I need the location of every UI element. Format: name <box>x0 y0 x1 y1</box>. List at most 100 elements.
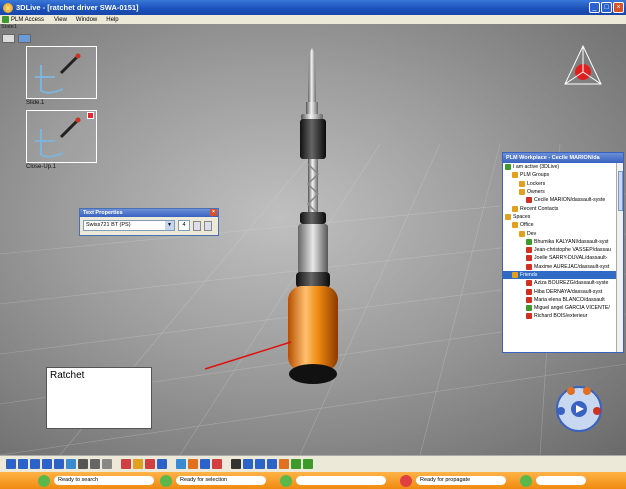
circle-icon[interactable] <box>243 459 253 469</box>
plm-tree-row[interactable]: Hiba DERNAYA/dassault-syst <box>503 287 623 295</box>
font-family-select[interactable]: Swiss721 BT (PS) ▼ <box>83 220 175 231</box>
markup-icon[interactable] <box>121 459 131 469</box>
third-status-icon <box>280 474 292 487</box>
plm-tree-row-label: Jean-christophe VASSEP/dassau <box>534 247 611 254</box>
user-icon <box>526 247 532 254</box>
compare-icon[interactable] <box>188 459 198 469</box>
user-icon <box>526 238 532 245</box>
user-icon <box>526 197 532 204</box>
title-bar: 3DLive - [ratchet driver SWA-0151] _ □ × <box>0 0 626 15</box>
plm-tree-row[interactable]: Miguel angel GARCIA VICENTE/ <box>503 304 623 312</box>
text-properties-dialog: Text Properties × Swiss721 BT (PS) ▼ 4 <box>79 208 219 236</box>
rotate-icon[interactable] <box>30 459 40 469</box>
hide-show-icon[interactable] <box>90 459 100 469</box>
user-icon <box>526 263 532 270</box>
line-icon[interactable] <box>231 459 241 469</box>
measure-icon[interactable] <box>145 459 155 469</box>
highlight-icon[interactable] <box>133 459 143 469</box>
plm-tree-row[interactable]: Aziza BOUREZG/dassault-syste <box>503 279 623 287</box>
plm-tree-row[interactable]: Lockers <box>503 180 623 188</box>
plm-tree-row-label: Aziza BOUREZG/dassault-syste <box>534 280 609 287</box>
pan-icon[interactable] <box>18 459 28 469</box>
plm-tree-row[interactable]: Richard BOIS/exterieur <box>503 312 623 320</box>
section-icon[interactable] <box>157 459 167 469</box>
text-icon[interactable] <box>279 459 289 469</box>
text-alignment-button[interactable] <box>204 220 212 231</box>
plm-tree-row[interactable]: Joelle SARRY-DUVAL/dassault- <box>503 254 623 262</box>
plm-tree-row[interactable]: Recent Contacts <box>503 204 623 212</box>
plm-tree-row-label: Spaces <box>513 213 531 220</box>
plm-tree-row[interactable]: Jean-christophe VASSEP/dassau <box>503 246 623 254</box>
annotate-icon[interactable] <box>176 459 186 469</box>
app-icon <box>3 2 13 13</box>
fifth-status-icon <box>520 474 532 487</box>
text-properties-title: Text Properties × <box>80 209 218 217</box>
plm-tree-row[interactable]: Maxime AUREJAC/dassault-syst <box>503 263 623 271</box>
plm-scrollbar[interactable] <box>616 163 623 352</box>
plm-tree-row[interactable]: Office <box>503 221 623 229</box>
user-icon <box>526 280 532 287</box>
menu-view[interactable]: View <box>54 17 67 23</box>
window-title: 3DLive - [ratchet driver SWA-0151] <box>16 3 139 12</box>
snapshot-icon[interactable] <box>102 459 112 469</box>
views-icon[interactable] <box>66 459 76 469</box>
office-icon <box>512 222 518 229</box>
plm-tree-row-label: Lockers <box>527 180 546 187</box>
font-size-field[interactable]: 4 <box>178 220 190 231</box>
size-stepper-button[interactable] <box>193 220 201 231</box>
plm-tree-row-label: Owners <box>527 189 545 196</box>
close-button[interactable]: × <box>613 2 624 13</box>
fit-all-icon[interactable] <box>54 459 64 469</box>
select-icon[interactable] <box>6 459 16 469</box>
arrow-icon[interactable] <box>267 459 277 469</box>
menu-help[interactable]: Help <box>106 17 118 23</box>
bottom-toolbar <box>0 455 626 472</box>
plm-tree-row-label: Bhumika KALYANI/dassault-syst <box>534 238 609 245</box>
dev-icon <box>519 230 525 237</box>
fifth-status-text <box>536 476 586 485</box>
plm-tree-row[interactable]: PLM Groups <box>503 171 623 179</box>
search-status: Ready to search <box>0 474 160 487</box>
note-text: Ratchet <box>50 370 85 381</box>
plm-tree-row[interactable]: I am active (3DLive) <box>503 163 623 171</box>
apply-icon[interactable] <box>303 459 313 469</box>
plm-tree-row[interactable]: Dev <box>503 229 623 237</box>
plm-workplace-panel: PLM Workplace - Cecile MARION/da I am ac… <box>502 152 624 353</box>
group-icon <box>512 172 518 179</box>
close-icon[interactable]: × <box>210 209 217 216</box>
menu-window[interactable]: Window <box>76 17 97 23</box>
selection-status-text: Ready for selection <box>176 476 266 485</box>
plm-tree-row[interactable]: Owners <box>503 188 623 196</box>
user-icon <box>526 313 532 320</box>
locker-icon <box>519 180 525 187</box>
plm-tree-row[interactable]: Spaces <box>503 213 623 221</box>
menu-plm-access[interactable]: PLM Access <box>11 17 44 23</box>
plm-tree-row-label: Friends <box>520 272 538 278</box>
plm-tree-row[interactable]: Maria elena BLANCO/dassault <box>503 296 623 304</box>
user-icon <box>526 305 532 312</box>
3d-viewport[interactable]: State1 Slide.1 Close-Up.1 Text Propertie… <box>0 24 626 455</box>
minimize-button[interactable]: _ <box>589 2 600 13</box>
plm-tree-row-label: Maxime AUREJAC/dassault-syst <box>534 263 610 270</box>
user-icon <box>526 296 532 303</box>
maximize-button[interactable]: □ <box>601 2 612 13</box>
plm-tree-row[interactable]: Friends <box>503 270 623 280</box>
plm-tree-row-label: Cecile MARION/dassault-syste <box>534 197 606 204</box>
menu-bar: PLM Access View Window Help <box>0 15 626 24</box>
propagate-status-icon <box>400 474 412 487</box>
render-icon[interactable] <box>78 459 88 469</box>
flag-icon[interactable] <box>212 459 222 469</box>
plm-tree-row[interactable]: Bhumika KALYANI/dassault-syst <box>503 238 623 246</box>
compass-icon[interactable] <box>558 44 608 94</box>
plm-tree-row[interactable]: Cecile MARION/dassault-syste <box>503 196 623 204</box>
navigation-widget-icon[interactable] <box>549 379 609 439</box>
annotation-note[interactable]: Ratchet <box>46 367 152 429</box>
color-icon[interactable] <box>291 459 301 469</box>
fifth-status <box>520 474 600 487</box>
plm-tree-row-label: Maria elena BLANCO/dassault <box>534 296 605 303</box>
rectangle-icon[interactable] <box>255 459 265 469</box>
zoom-icon[interactable] <box>42 459 52 469</box>
filter-icon[interactable] <box>200 459 210 469</box>
chevron-down-icon[interactable]: ▼ <box>165 221 174 230</box>
plm-tree-row-label: Miguel angel GARCIA VICENTE/ <box>534 305 610 312</box>
